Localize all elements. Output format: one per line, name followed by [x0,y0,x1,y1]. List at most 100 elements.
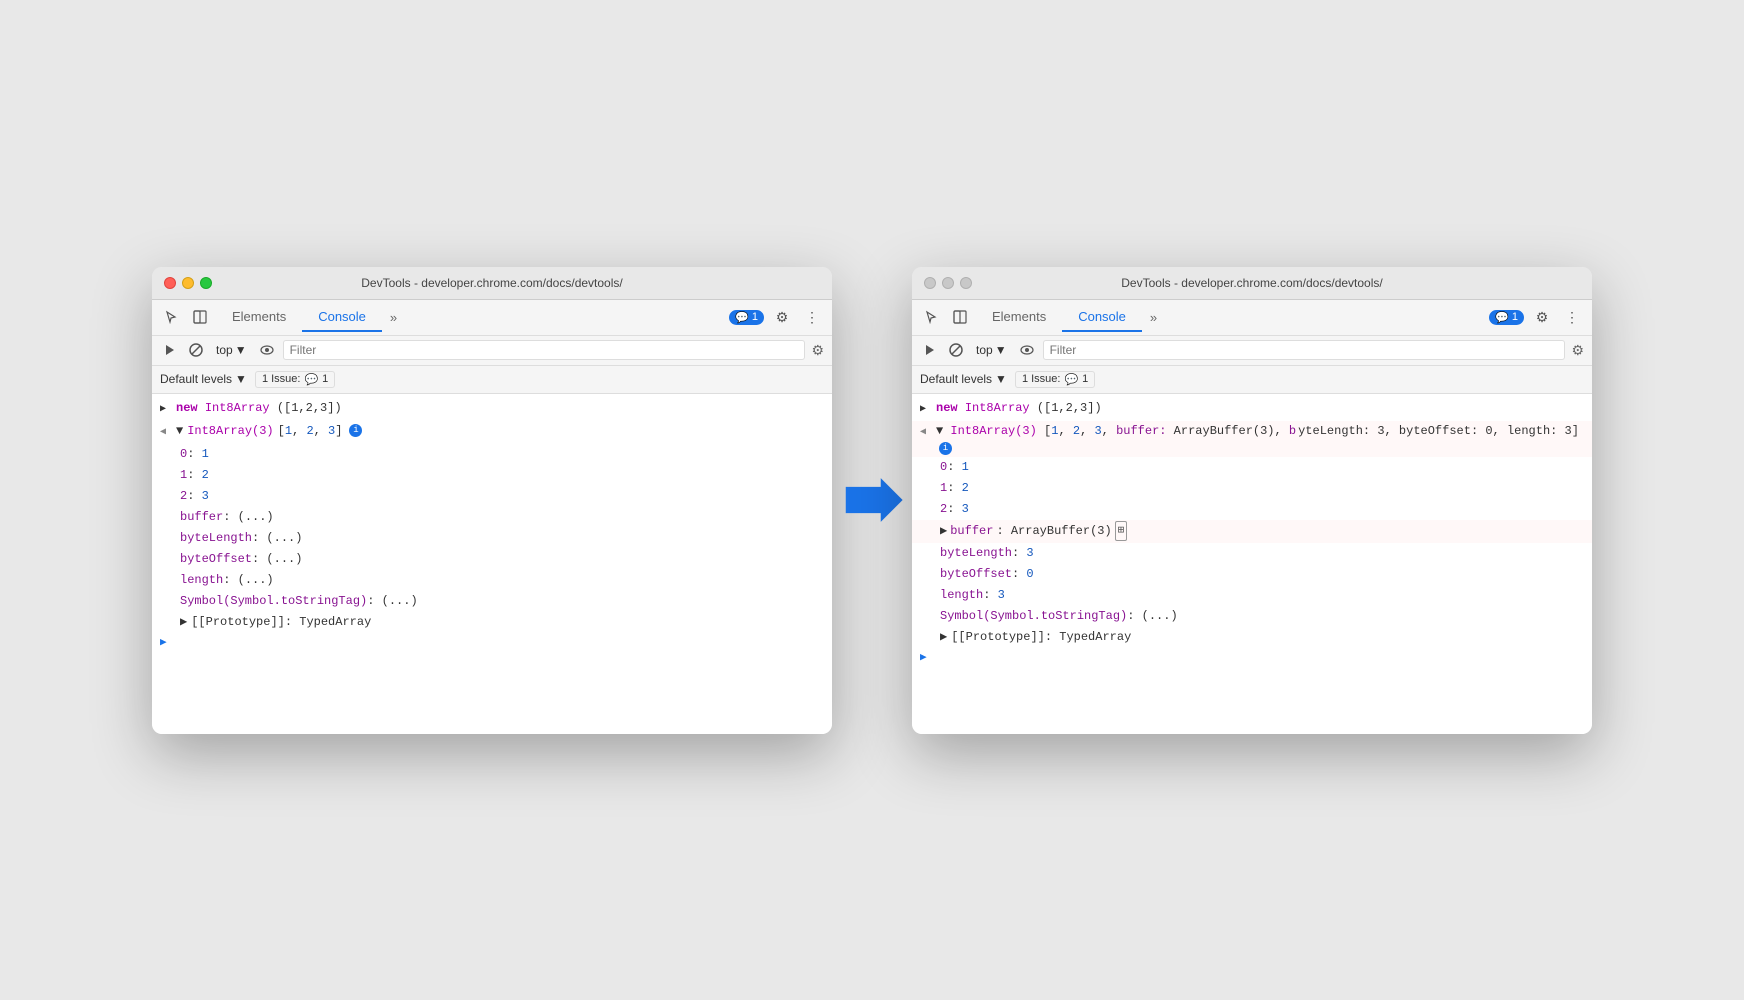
right-info-icon: i [939,442,952,455]
left-line-byteoffset: byteOffset: (...) [152,549,832,570]
left-block-icon[interactable] [186,340,206,360]
left-maximize-button[interactable] [200,277,212,289]
comparison-arrow [832,470,912,530]
right-line-1: 1: 2 [912,478,1592,499]
comparison-scene: DevTools - developer.chrome.com/docs/dev… [152,267,1592,734]
right-bytelength-label: byteLength: 3 [940,544,1584,562]
right-issue-label: 1 Issue: [1022,373,1061,385]
left-kv-0: 0: 1 [180,445,824,463]
right-top-chevron: ▼ [995,343,1007,357]
right-line-0: 0: 1 [912,457,1592,478]
right-settings-icon[interactable]: ⚙ [1530,305,1554,329]
left-info-icon: i [349,424,362,437]
right-kv-2: 2: 3 [940,500,1584,518]
left-tab-console[interactable]: Console [302,303,382,332]
right-default-levels-label: Default levels [920,372,992,386]
left-line-0: 0: 1 [152,444,832,465]
right-kv-0: 0: 1 [940,458,1584,476]
right-content-1: new Int8Array ([1,2,3]) [936,399,1584,417]
left-devtools-window: DevTools - developer.chrome.com/docs/dev… [152,267,832,734]
right-byteoffset-label: byteOffset: 0 [940,565,1584,583]
right-line-prototype: ▶ [[Prototype]]: TypedArray [912,627,1592,648]
left-byteoffset-label: byteOffset: (...) [180,550,824,568]
left-eye-icon[interactable] [257,340,277,360]
left-cursor-icon[interactable] [160,305,184,329]
left-default-levels[interactable]: Default levels ▼ [160,372,247,386]
right-close-button[interactable] [924,277,936,289]
left-issue-icon: 💬 [304,373,318,386]
left-keyword-new: new [176,401,198,415]
left-message-badge: 💬 1 [729,310,764,325]
left-kv-2: 2: 3 [180,487,824,505]
right-devtools-window: ⬅ ⬅ DevTools - developer.chrome.com/docs… [912,267,1592,734]
right-symbol-label: Symbol(Symbol.toStringTag): (...) [940,607,1584,625]
right-top-selector[interactable]: top ▼ [972,341,1011,359]
right-filter-input[interactable] [1043,340,1566,360]
right-length-label: length: 3 [940,586,1584,604]
left-top-selector[interactable]: top ▼ [212,341,251,359]
left-play-icon[interactable] [160,340,180,360]
left-default-levels-chevron: ▼ [235,372,247,386]
left-toolbar-right: 💬 1 ⚙ ⋮ [729,305,824,329]
right-window-title: DevTools - developer.chrome.com/docs/dev… [1121,276,1382,290]
left-line-new-int8[interactable]: ▶ new Int8Array ([1,2,3]) [152,398,832,421]
left-filter-input[interactable] [283,340,806,360]
left-arrow-2: ◀ [160,422,176,442]
right-minimize-button[interactable] [942,277,954,289]
left-console-content: ▶ new Int8Array ([1,2,3]) ◀ ▼ Int8Array(… [152,394,832,734]
right-dock-icon[interactable] [948,305,972,329]
right-classname-1: Int8Array [965,401,1030,415]
right-tab-more[interactable]: » [1142,310,1165,325]
left-more-icon[interactable]: ⋮ [800,305,824,329]
right-buffer-icon: ⊞ [1115,521,1128,541]
left-close-button[interactable] [164,277,176,289]
left-symbol-label: Symbol(Symbol.toStringTag): (...) [180,592,824,610]
right-issues-bar: Default levels ▼ 1 Issue: 💬 1 [912,366,1592,394]
right-arrow-1: ▶ [920,399,936,419]
left-settings-icon[interactable]: ⚙ [770,305,794,329]
right-line-buffer[interactable]: ▶ buffer : ArrayBuffer(3) ⊞ [912,520,1592,543]
right-play-icon[interactable] [920,340,940,360]
right-line-expanded-header[interactable]: ◀ ▼ Int8Array(3) [1, 2, 3, buffer: Array… [912,421,1592,457]
left-tab-elements[interactable]: Elements [216,303,302,332]
left-issue-count: 1 [322,373,328,385]
left-tabs: Elements Console » [216,303,725,332]
right-top-label: top [976,343,993,357]
left-content-2: ▼ Int8Array(3) [1, 2, 3] i [176,422,824,440]
right-more-icon[interactable]: ⋮ [1560,305,1584,329]
left-line-expanded[interactable]: ◀ ▼ Int8Array(3) [1, 2, 3] i [152,421,832,444]
right-tab-elements[interactable]: Elements [976,303,1062,332]
right-tab-console[interactable]: Console [1062,303,1142,332]
left-dock-icon[interactable] [188,305,212,329]
left-top-label: top [216,343,233,357]
right-line-new-int8[interactable]: ▶ new Int8Array ([1,2,3]) [912,398,1592,421]
right-expanded-content: ▼ Int8Array(3) [1, 2, 3, buffer: ArrayBu… [936,422,1584,455]
left-line-length: length: (...) [152,570,832,591]
left-prompt[interactable]: ▶ [152,633,832,651]
right-default-levels[interactable]: Default levels ▼ [920,372,1007,386]
right-console-gear-icon[interactable]: ⚙ [1571,342,1584,359]
left-console-toolbar: top ▼ ⚙ [152,336,832,366]
left-issue-label: 1 Issue: [262,373,301,385]
right-message-badge: 💬 1 [1489,310,1524,325]
right-block-icon[interactable] [946,340,966,360]
left-traffic-lights [164,277,212,289]
left-console-gear-icon[interactable]: ⚙ [811,342,824,359]
right-issue-count: 1 [1082,373,1088,385]
right-line-bytelength: byteLength: 3 [912,543,1592,564]
left-line-1: 1: 2 [152,465,832,486]
right-prompt-arrow: ▶ [920,650,927,664]
right-eye-icon[interactable] [1017,340,1037,360]
left-arrow-1: ▶ [160,399,176,419]
right-badge-count: 1 [1512,311,1518,323]
left-tab-bar: Elements Console » 💬 1 ⚙ ⋮ [152,300,832,336]
right-prompt[interactable]: ▶ [912,648,1592,666]
left-tab-more[interactable]: » [382,310,405,325]
left-bytelength-label: byteLength: (...) [180,529,824,547]
left-title-bar: DevTools - developer.chrome.com/docs/dev… [152,267,832,300]
right-line-length: length: 3 [912,585,1592,606]
left-minimize-button[interactable] [182,277,194,289]
right-maximize-button[interactable] [960,277,972,289]
right-cursor-icon[interactable] [920,305,944,329]
left-window-title: DevTools - developer.chrome.com/docs/dev… [361,276,622,290]
